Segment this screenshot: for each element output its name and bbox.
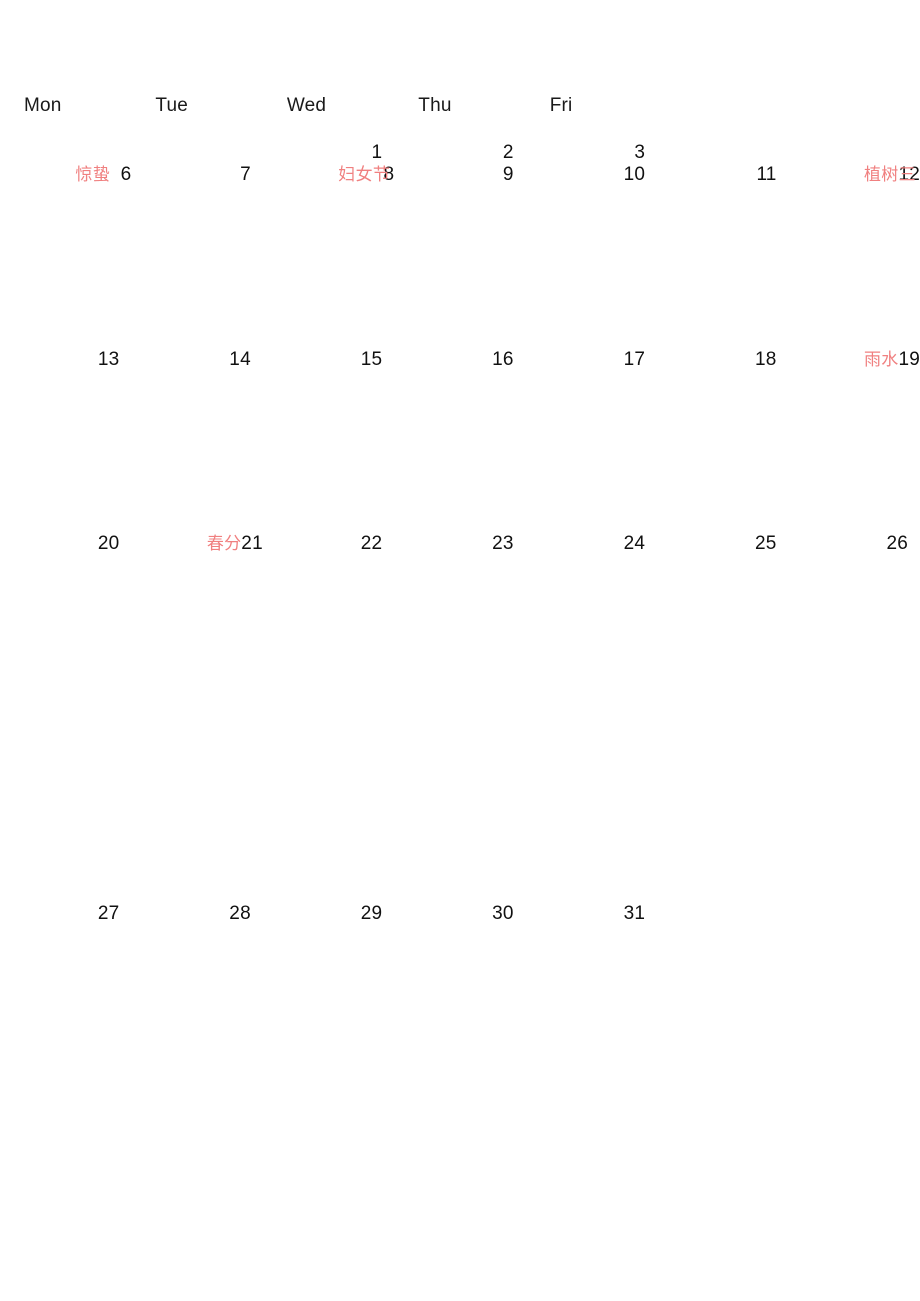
day-number: 26 [886, 533, 908, 554]
day-number: 30 [492, 903, 514, 924]
day-number: 7 [240, 164, 251, 185]
day-cell[interactable]: 17 [526, 345, 657, 375]
day-note: 雨水 [864, 350, 899, 369]
day-number: 29 [360, 903, 383, 924]
day-number: 9 [502, 164, 514, 185]
day-number: 15 [360, 349, 383, 370]
week-row: 27 28 29 30 31 [0, 899, 920, 929]
weekday-header-row: Mon Tue Wed Thu Fri [0, 92, 920, 120]
day-cell[interactable]: 29 [263, 899, 394, 929]
day-cell[interactable]: 28 [131, 899, 262, 929]
day-number: 10 [623, 164, 646, 185]
day-number: 20 [97, 533, 120, 554]
weekday-header-wed: Wed [286, 95, 327, 116]
month-calendar: Mon Tue Wed Thu Fri 1 2 3 6 惊蛰 7 8 妇女节 9 1… [0, 0, 920, 1301]
day-number: 22 [360, 533, 383, 554]
day-cell[interactable]: 19 雨水 [789, 345, 920, 375]
day-number: 6 [120, 164, 132, 185]
day-number: 27 [97, 903, 120, 924]
week-row: 6 惊蛰 7 8 妇女节 9 10 11 12 植树三 [0, 160, 920, 190]
day-number: 31 [623, 903, 646, 924]
weekday-header-sun [789, 92, 920, 120]
day-number: 13 [97, 349, 120, 370]
day-note: 春分 [206, 534, 242, 553]
day-cell[interactable]: 27 [0, 899, 131, 929]
day-cell[interactable]: 30 [394, 899, 525, 929]
week-row: 20 21 春分 22 23 24 25 26 [0, 529, 920, 559]
day-cell[interactable]: 24 [526, 529, 657, 559]
day-number: 28 [229, 903, 251, 924]
weekday-header-mon: Mon [24, 95, 62, 116]
day-cell[interactable]: 22 [263, 529, 394, 559]
weekday-header-sat [657, 92, 788, 120]
weekday-header-thu: Thu [418, 95, 452, 116]
day-note: 植树三 [864, 165, 916, 184]
day-cell[interactable]: 15 [263, 345, 394, 375]
day-cell[interactable]: 6 惊蛰 [0, 160, 131, 190]
day-cell[interactable]: 25 [657, 529, 788, 559]
day-number: 25 [755, 533, 777, 554]
day-number: 21 [241, 533, 263, 554]
day-cell[interactable]: 31 [526, 899, 657, 929]
day-cell[interactable]: 16 [394, 345, 525, 375]
day-cell[interactable]: 9 [394, 160, 525, 190]
day-cell[interactable]: 7 [131, 160, 262, 190]
day-number: 17 [623, 349, 646, 370]
weekday-header-fri: Fri [549, 95, 573, 116]
day-number: 19 [898, 349, 920, 370]
weekday-header-tue: Tue [155, 95, 189, 116]
day-note: 妇女节 [338, 165, 391, 184]
day-number: 23 [492, 533, 514, 554]
day-cell[interactable]: 12 植树三 [789, 160, 920, 190]
day-number: 11 [756, 164, 777, 185]
day-cell[interactable]: 20 [0, 529, 131, 559]
day-number: 24 [623, 533, 646, 554]
day-number: 16 [492, 349, 514, 370]
day-cell[interactable]: 14 [131, 345, 262, 375]
day-cell[interactable]: 8 妇女节 [263, 160, 394, 190]
day-cell[interactable]: 13 [0, 345, 131, 375]
day-number: 14 [229, 349, 251, 370]
day-cell[interactable]: 11 [657, 160, 788, 190]
day-cell[interactable]: 23 [394, 529, 525, 559]
day-cell[interactable]: 26 [789, 529, 920, 559]
day-cell[interactable]: 10 [526, 160, 657, 190]
day-cell[interactable]: 18 [657, 345, 788, 375]
day-note: 惊蛰 [75, 165, 111, 184]
day-number: 18 [755, 349, 777, 370]
day-cell[interactable]: 21 春分 [131, 529, 263, 559]
week-row: 13 14 15 16 17 18 19 雨水 [0, 345, 920, 375]
